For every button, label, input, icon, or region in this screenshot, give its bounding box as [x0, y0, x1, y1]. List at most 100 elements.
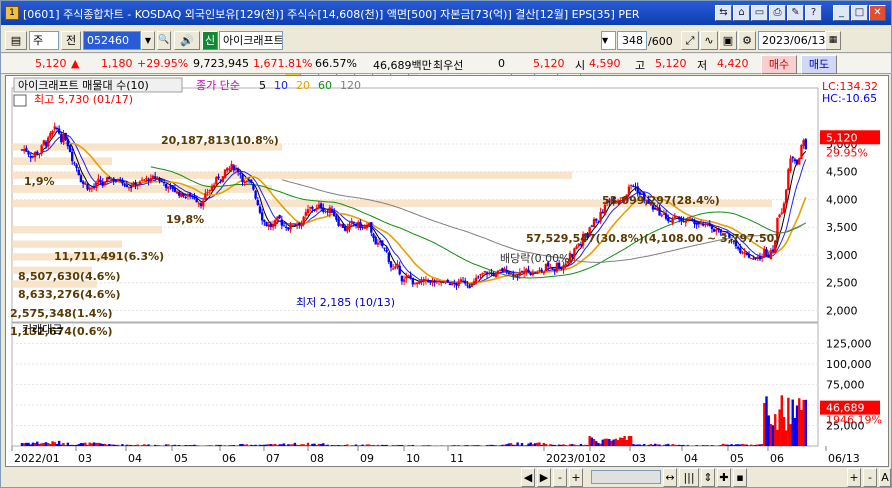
link-icon[interactable]: ⇆ — [715, 5, 732, 21]
candle-body — [741, 252, 744, 254]
turnover-rate: 66.57% — [315, 57, 357, 70]
candle-body — [158, 179, 161, 181]
candle-body — [754, 257, 757, 259]
lock-icon[interactable]: ▪ — [733, 468, 747, 487]
scroll-right-icon[interactable]: ▶ — [537, 468, 551, 487]
volume-bar — [29, 444, 32, 446]
candle-body — [398, 265, 401, 275]
app-icon[interactable]: 1 — [5, 6, 19, 20]
volume-bar — [134, 445, 137, 446]
candle-body — [221, 176, 225, 182]
candle-body — [193, 196, 196, 199]
price-chart[interactable]: 5,0004,5004,0003,5003,0002,5002,000125,0… — [6, 76, 888, 466]
stock-code-input[interactable]: 052460 — [83, 31, 141, 50]
volume-bar — [287, 444, 290, 446]
count-dropdown-icon[interactable]: ▼ — [601, 31, 616, 50]
candle-body — [667, 218, 670, 222]
volume-bar — [280, 444, 284, 446]
period-select[interactable]: 주 — [29, 31, 59, 50]
candle-body — [47, 137, 50, 147]
candle-body — [271, 224, 275, 228]
buy-button[interactable]: 매수 — [761, 55, 797, 74]
chart-menu-icon[interactable]: ▤ — [5, 31, 27, 50]
volume-bar — [385, 444, 388, 446]
sell-button[interactable]: 매도 — [801, 55, 837, 74]
candle-body — [215, 177, 218, 185]
volume-bar — [745, 444, 749, 446]
tool-icon[interactable]: ✎ — [787, 5, 804, 21]
vscroll-icon[interactable]: ⇕ — [701, 468, 715, 487]
monitor-icon[interactable]: ▭ — [751, 5, 768, 21]
volume-bar — [804, 399, 808, 446]
data-total: /600 — [648, 35, 673, 48]
volume-profile-label: 2,575,348(1.4%) — [10, 307, 113, 320]
save-icon[interactable]: ▣ — [719, 31, 737, 50]
volume-bar — [647, 444, 650, 446]
maximize-icon[interactable]: □ — [851, 5, 868, 21]
zoom-in-icon[interactable]: + — [569, 468, 583, 487]
prev-button[interactable]: 전 — [61, 31, 81, 50]
search-icon[interactable]: 🔍 — [157, 31, 171, 50]
settings-icon[interactable]: ⚙ — [738, 31, 756, 50]
chart-area[interactable]: 5,000 4,500 4,000 3,500 3,000 2,500 2,000 125,0… — [5, 75, 889, 467]
candle-body — [680, 218, 683, 222]
volume-bar — [178, 444, 181, 446]
volume-bar — [143, 444, 146, 446]
print-icon[interactable]: ⎙ — [769, 5, 786, 21]
volume-bar — [206, 445, 209, 446]
fit-icon[interactable]: ↔ — [663, 468, 677, 487]
candle-body — [653, 207, 657, 210]
scroll-slider[interactable]: ||| — [679, 468, 699, 487]
candle-body — [282, 225, 286, 227]
candle-body — [448, 283, 452, 285]
open-label: 시 — [575, 59, 586, 72]
home-icon[interactable]: ⌂ — [733, 5, 750, 21]
window-title: [0601] 주식종합차트 - KOSDAQ 외국인보유[129(천)] 주식수… — [23, 8, 640, 21]
candle-body — [317, 204, 321, 208]
minimize-icon[interactable]: _ — [833, 5, 850, 21]
draw-tool-icon[interactable]: ⤢ — [681, 31, 699, 50]
candle-body — [86, 184, 89, 190]
hc-label: HC:-10.65 — [822, 92, 877, 105]
volume-bar — [782, 416, 786, 446]
date-field[interactable]: 2023/06/13 — [758, 31, 826, 50]
font-up-icon[interactable]: + — [847, 468, 861, 487]
scroll-track[interactable] — [591, 470, 661, 484]
calendar-icon[interactable]: ▦ — [825, 31, 841, 50]
code-dropdown-icon[interactable]: ▼ — [141, 31, 155, 50]
candle-body — [306, 209, 310, 213]
volume-bar — [204, 445, 207, 446]
scroll-left-icon[interactable]: ◀ — [521, 468, 535, 487]
font-down-icon[interactable]: - — [863, 468, 877, 487]
indicator-icon[interactable]: ∿ — [700, 31, 718, 50]
volume-bar — [466, 445, 469, 446]
ma-legend-120: 120 — [340, 79, 361, 92]
candle-body — [68, 145, 72, 153]
candle-body — [374, 236, 377, 245]
candle-body — [503, 268, 506, 272]
close-icon[interactable]: ✕ — [869, 5, 886, 21]
font-icon[interactable]: A — [879, 468, 891, 487]
zoom-out-icon[interactable]: - — [553, 468, 567, 487]
candle-body — [485, 272, 489, 275]
speaker-icon[interactable]: 🔊 — [174, 31, 200, 50]
x-tick-label: 2023/01 — [546, 452, 592, 465]
data-count[interactable]: 348 — [617, 31, 647, 50]
ma-legend-20: 20 — [296, 79, 310, 92]
volume-bar — [763, 403, 766, 446]
candle-body — [44, 141, 48, 146]
candle-body — [145, 178, 148, 180]
volume-bar — [295, 444, 299, 446]
volume-bar — [171, 445, 174, 446]
volume-bar — [518, 445, 521, 446]
help-icon[interactable]: ? — [805, 5, 822, 21]
candle-body — [62, 133, 65, 143]
candle-body — [341, 223, 345, 228]
candle-body — [407, 275, 410, 277]
candle-body — [175, 191, 179, 194]
candle-body — [219, 179, 222, 181]
candle-body — [413, 282, 417, 284]
volume-bar — [774, 414, 777, 446]
volume-bar — [40, 443, 43, 446]
cross-icon[interactable]: ✚ — [717, 468, 731, 487]
